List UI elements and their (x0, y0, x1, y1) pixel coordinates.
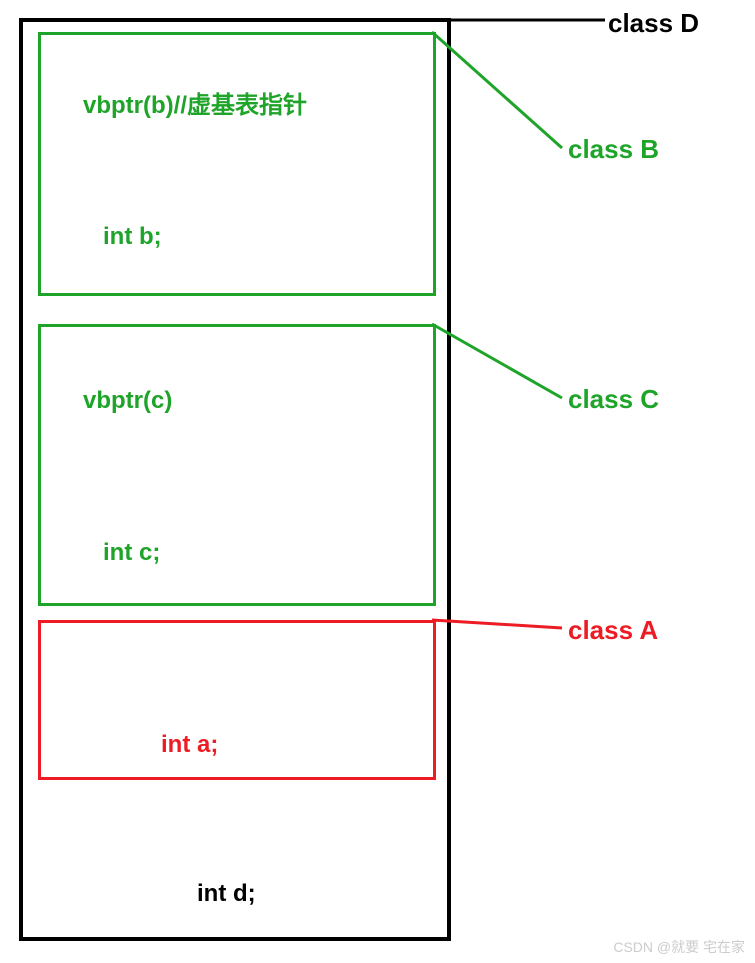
watermark: CSDN @就要 宅在家 (613, 937, 745, 957)
vbptr-b-text: vbptr(b)//虚基表指针 (83, 85, 307, 120)
int-a-text: int a; (161, 731, 218, 759)
class-a-box: int a; (38, 620, 436, 780)
class-c-label: class C (568, 384, 659, 415)
class-a-label: class A (568, 615, 658, 646)
class-b-box: vbptr(b)//虚基表指针 int b; (38, 32, 436, 296)
vbptr-c-text: vbptr(c) (83, 387, 172, 415)
int-b-text: int b; (103, 223, 162, 251)
class-b-label: class B (568, 134, 659, 165)
class-d-container: vbptr(b)//虚基表指针 int b; vbptr(c) int c; i… (19, 18, 451, 941)
class-c-box: vbptr(c) int c; (38, 324, 436, 606)
int-c-text: int c; (103, 539, 160, 567)
int-d-text: int d; (197, 880, 256, 908)
class-d-label: class D (608, 8, 699, 39)
